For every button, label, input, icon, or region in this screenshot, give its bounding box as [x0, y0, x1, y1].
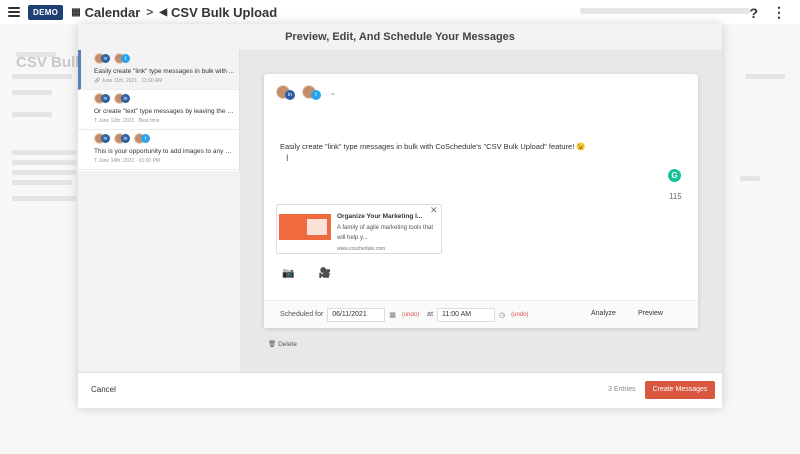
link-icon: 🔗: [94, 78, 102, 84]
message-preview-text: Or create "text" type messages by leavin…: [94, 108, 235, 115]
twitter-icon: t: [121, 54, 130, 63]
twitter-icon: t: [141, 134, 150, 143]
link-preview-url: www.coschedule.com: [337, 246, 386, 252]
background-line: [12, 90, 52, 95]
character-count: 115: [669, 192, 682, 201]
linkedin-icon: in: [121, 94, 130, 103]
modal-title: Preview, Edit, And Schedule Your Message…: [78, 24, 722, 50]
breadcrumb-chevron-icon: >: [146, 5, 154, 19]
top-app-bar: DEMO ▦ Calendar > ◀ CSV Bulk Upload ? ⋮: [0, 0, 800, 24]
hamburger-menu-icon[interactable]: [8, 7, 20, 17]
message-list-item[interactable]: in in t This is your opportunity to add …: [78, 130, 239, 170]
at-label: at: [427, 311, 434, 318]
message-avatars: in in: [94, 93, 235, 105]
message-list: in t Easily create "link" type messages …: [78, 50, 240, 372]
megaphone-icon: ◀: [159, 6, 168, 18]
avatar: in: [114, 133, 130, 145]
calendar-icon[interactable]: ▦: [389, 311, 396, 319]
modal-footer: Cancel 3 Entries Create Messages: [78, 372, 722, 408]
avatar[interactable]: t: [302, 85, 322, 101]
add-video-icon[interactable]: 🎥: [318, 268, 330, 279]
time-field[interactable]: 11:00 AM: [437, 307, 496, 322]
media-attach-toolbar: 📷 🎥: [282, 268, 331, 279]
social-profile-selector[interactable]: in t ⌄: [276, 85, 336, 101]
preview-button[interactable]: Preview: [638, 310, 663, 317]
date-field[interactable]: 06/11/2021: [327, 307, 386, 322]
close-icon[interactable]: ✕: [430, 205, 438, 216]
breadcrumb-calendar[interactable]: Calendar: [85, 5, 141, 20]
help-icon[interactable]: ?: [749, 5, 758, 21]
calendar-icon: ▦: [71, 6, 81, 18]
avatar: in: [94, 53, 110, 65]
message-textarea[interactable]: Easily create "link" type messages in bu…: [280, 142, 586, 151]
create-messages-button[interactable]: Create Messages: [645, 381, 715, 399]
background-line: [12, 74, 72, 79]
message-avatars: in in t: [94, 133, 235, 145]
message-preview-text: Easily create "link" type messages in bu…: [94, 68, 235, 75]
background-line: [12, 160, 76, 165]
background-line: [12, 170, 76, 175]
background-line: [740, 176, 760, 181]
message-preview-text: This is your opportunity to add images t…: [94, 148, 235, 155]
linkedin-icon: in: [285, 90, 295, 100]
link-preview-description: A family of agile marketing tools that w…: [337, 225, 434, 241]
delete-message-button[interactable]: 🗑 Delete: [268, 340, 297, 348]
wink-emoji: 😉: [576, 142, 586, 151]
undo-date-link[interactable]: (undo): [402, 312, 419, 318]
trash-icon: 🗑: [268, 341, 279, 348]
preview-edit-modal: Preview, Edit, And Schedule Your Message…: [78, 24, 722, 408]
breadcrumb: ▦ Calendar > ◀ CSV Bulk Upload: [71, 5, 277, 20]
undo-time-link[interactable]: (undo): [511, 312, 528, 318]
more-options-icon[interactable]: ⋮: [772, 4, 786, 21]
linkedin-icon: in: [121, 134, 130, 143]
avatar: in: [114, 93, 130, 105]
text-cursor-icon: I: [286, 153, 289, 163]
background-line: [12, 196, 76, 201]
message-meta: T June 12th, 2021 · Best time: [94, 118, 160, 124]
message-meta: T June 14th, 2021 · 01:00 PM: [94, 158, 161, 164]
topbar-actions: ? ⋮: [749, 4, 786, 21]
linkedin-icon: in: [101, 94, 110, 103]
message-list-item-selected[interactable]: in t Easily create "link" type messages …: [78, 50, 239, 90]
clock-icon[interactable]: ◷: [499, 311, 505, 319]
breadcrumb-csv-bulk-upload: CSV Bulk Upload: [171, 4, 278, 20]
add-photo-icon[interactable]: 📷: [282, 268, 294, 279]
grammarly-icon[interactable]: G: [668, 169, 681, 182]
avatar: in: [94, 133, 110, 145]
modal-body: in t Easily create "link" type messages …: [78, 50, 722, 372]
background-line: [745, 74, 785, 79]
background-line: [16, 52, 56, 57]
message-meta: 🔗 June 11th, 2021 · 11:00 AM: [94, 78, 163, 84]
linkedin-icon: in: [101, 54, 110, 63]
avatar[interactable]: in: [276, 85, 296, 101]
link-preview-card[interactable]: Organize Your Marketing I... A family of…: [276, 204, 442, 254]
faded-status-text: [580, 8, 750, 14]
demo-badge: DEMO: [28, 4, 64, 20]
message-editor-card: in t ⌄ Easily create "link" type message…: [264, 74, 698, 328]
avatar: t: [114, 53, 130, 65]
message-avatars: in t: [94, 53, 235, 65]
message-list-item[interactable]: in in Or create "text" type messages by …: [78, 90, 239, 130]
avatar: in: [94, 93, 110, 105]
message-editor-panel: in t ⌄ Easily create "link" type message…: [240, 50, 722, 372]
scheduled-for-label: Scheduled for: [280, 311, 324, 318]
background-line: [12, 112, 52, 117]
chevron-down-icon[interactable]: ⌄: [330, 89, 336, 97]
cancel-button[interactable]: Cancel: [91, 385, 116, 394]
link-preview-thumbnail: [279, 214, 331, 240]
avatar: t: [134, 133, 150, 145]
entries-count: 3 Entries: [608, 386, 636, 393]
message-list-empty-area: [78, 171, 240, 372]
twitter-icon: t: [311, 90, 321, 100]
background-line: [12, 180, 72, 185]
background-line: [12, 150, 76, 155]
link-preview-title: Organize Your Marketing I...: [337, 213, 423, 220]
analyze-button[interactable]: Analyze: [591, 310, 616, 317]
linkedin-icon: in: [101, 134, 110, 143]
schedule-footer: Scheduled for 06/11/2021 ▦ (undo) at 11:…: [264, 300, 698, 328]
